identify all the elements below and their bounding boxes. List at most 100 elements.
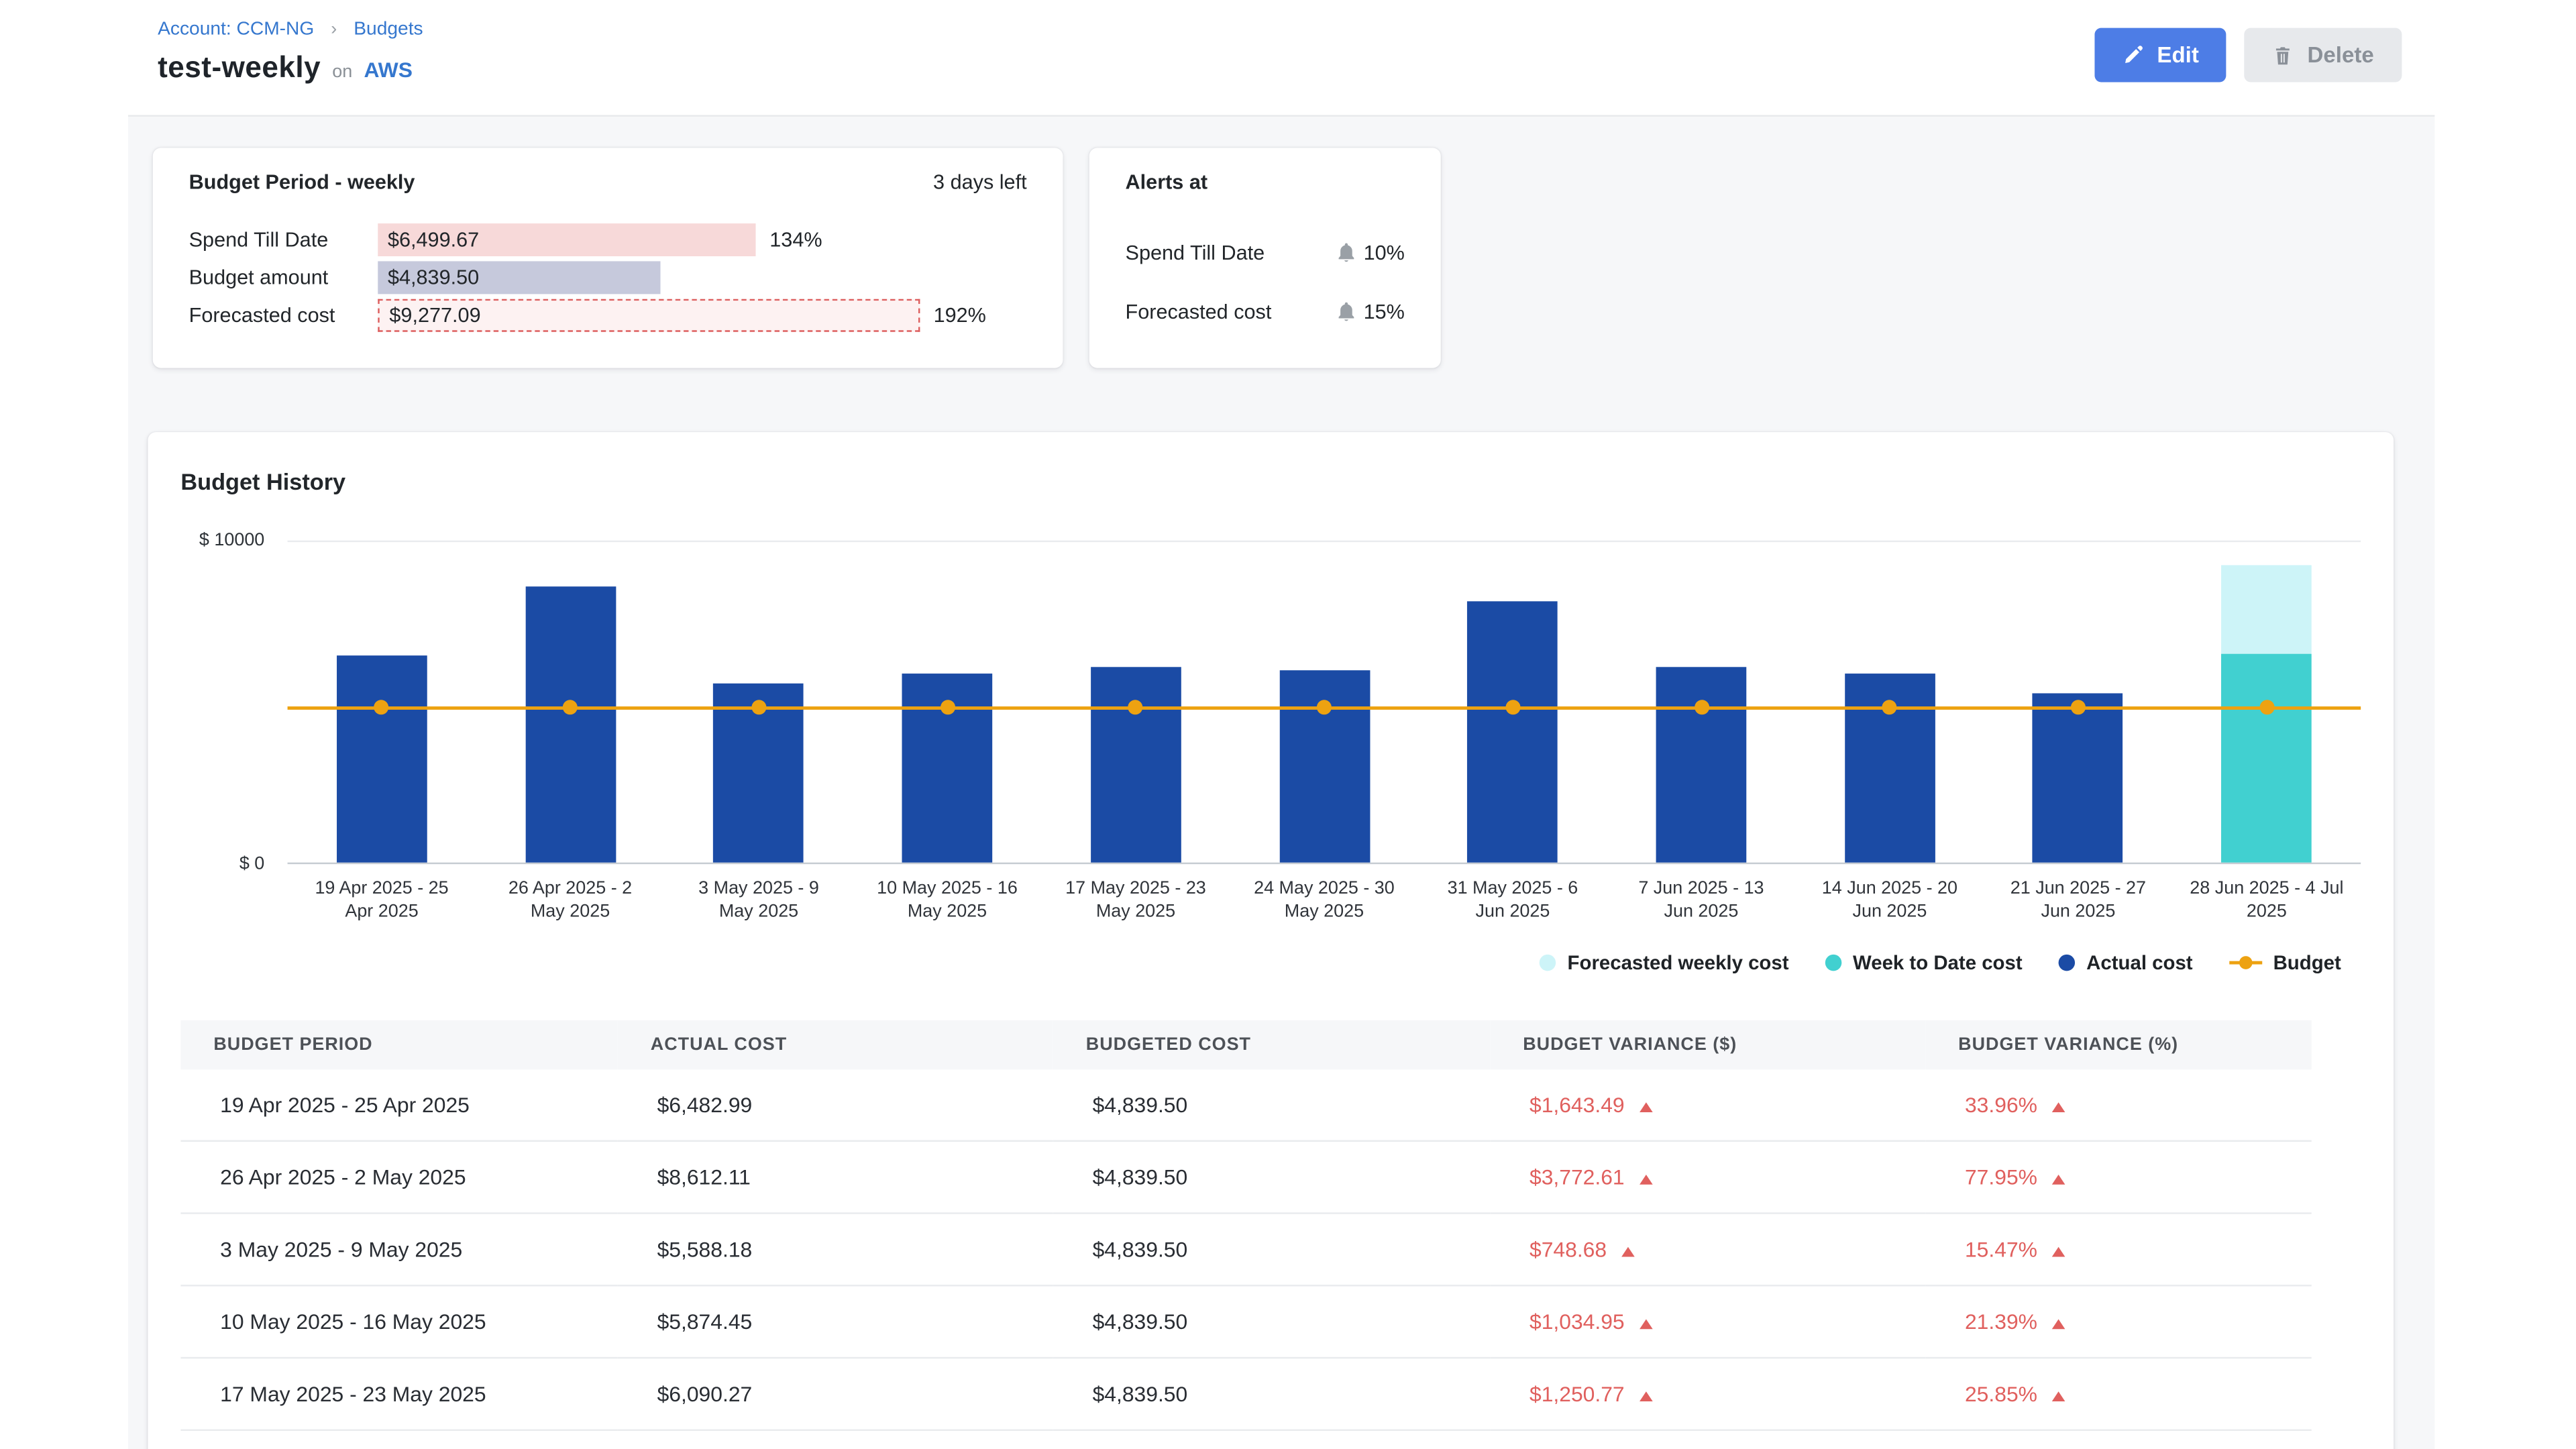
triangle-up-icon [2052, 1391, 2065, 1401]
actual-cost-bar[interactable] [2033, 694, 2124, 863]
actual-cost-bar[interactable] [1091, 667, 1181, 863]
budget-row-value: $6,499.67 [378, 228, 479, 251]
budget-row-label: Spend Till Date [189, 228, 378, 251]
cost-bar[interactable] [1468, 601, 1558, 863]
budget-history-table: BUDGET PERIODACTUAL COSTBUDGETED COSTBUD… [180, 1020, 2311, 1430]
cell-actual-cost: $5,588.18 [618, 1213, 1053, 1285]
breadcrumb-account-link[interactable]: Account: CCM-NG [158, 19, 314, 39]
budget-line-point[interactable] [1317, 700, 1332, 715]
chart-bar-column[interactable] [1795, 542, 1984, 863]
breadcrumb-separator-icon: › [331, 19, 337, 39]
budget-line-point[interactable] [374, 700, 389, 715]
bars-host [288, 542, 2361, 863]
chart-bar-column[interactable] [476, 542, 665, 863]
bell-icon [1337, 243, 1355, 262]
alerts-card-title: Alerts at [1126, 171, 1405, 194]
chart-bar-column[interactable] [1230, 542, 1418, 863]
table-header-cell: BUDGET VARIANCE ($) [1490, 1020, 1925, 1069]
x-axis-label: 3 May 2025 - 9 May 2025 [665, 877, 853, 924]
summary-cards-row: Budget Period - weekly 3 days left Spend… [153, 148, 2435, 368]
x-axis-label: 26 Apr 2025 - 2 May 2025 [476, 877, 665, 924]
triangle-up-icon [1640, 1174, 1653, 1184]
chart-bar-column[interactable] [1418, 542, 1607, 863]
cell-budgeted-cost: $4,839.50 [1053, 1213, 1490, 1285]
budget-line-point[interactable] [1128, 700, 1143, 715]
cost-bar[interactable] [1091, 667, 1181, 863]
triangle-up-icon [1640, 1391, 1653, 1401]
days-left-text: 3 days left [933, 171, 1027, 194]
cell-budget-variance-usd: $3,772.61 [1490, 1140, 1925, 1213]
cell-budget-period: 26 Apr 2025 - 2 May 2025 [180, 1140, 617, 1213]
budget-line-point[interactable] [1694, 700, 1709, 715]
table-header-cell: ACTUAL COST [618, 1020, 1053, 1069]
chart-bar-column[interactable] [1042, 542, 1230, 863]
legend-item[interactable]: Forecasted weekly cost [1540, 951, 1789, 973]
legend-label: Week to Date cost [1853, 951, 2023, 973]
budget-period-rows: Spend Till Date$6,499.67134%Budget amoun… [189, 223, 1027, 332]
cost-bar[interactable] [337, 655, 427, 863]
legend-label: Actual cost [2086, 951, 2192, 973]
breadcrumb-budgets-link[interactable]: Budgets [354, 19, 423, 39]
budget-line-point[interactable] [2259, 700, 2274, 715]
platform-link[interactable]: AWS [364, 58, 413, 83]
legend-line-point [2239, 955, 2252, 969]
x-axis-label: 7 Jun 2025 - 13 Jun 2025 [1607, 877, 1795, 924]
budget-line-point[interactable] [751, 700, 766, 715]
budget-period-row: Spend Till Date$6,499.67134% [189, 223, 1027, 256]
table-header-cell: BUDGET VARIANCE (%) [1925, 1020, 2312, 1069]
forecasted-cost-bar[interactable] [2222, 566, 2312, 655]
y-axis-min-label: $ 0 [239, 854, 264, 873]
budget-line-point[interactable] [1505, 700, 1520, 715]
budget-line-point[interactable] [1882, 700, 1897, 715]
triangle-up-icon [1640, 1102, 1653, 1112]
table-row: 17 May 2025 - 23 May 2025$6,090.27$4,839… [180, 1357, 2311, 1430]
legend-label: Forecasted weekly cost [1568, 951, 1789, 973]
budget-row-value: $9,277.09 [380, 304, 481, 327]
cost-bar[interactable] [2033, 694, 2124, 863]
edit-button[interactable]: Edit [2094, 28, 2226, 83]
alert-item: Forecasted cost15% [1126, 301, 1405, 323]
actual-cost-bar[interactable] [337, 655, 427, 863]
x-axis-label: 10 May 2025 - 16 May 2025 [853, 877, 1042, 924]
cell-budget-variance-usd: $1,250.77 [1490, 1357, 1925, 1430]
delete-button[interactable]: Delete [2245, 28, 2402, 83]
title-on-text: on [332, 62, 352, 82]
alert-percent: 15% [1364, 301, 1405, 323]
chart-bar-column[interactable] [1984, 542, 2172, 863]
budget-row-label: Forecasted cost [189, 304, 378, 327]
budget-line-point[interactable] [2071, 700, 2086, 715]
chart-bar-column[interactable] [665, 542, 853, 863]
cost-bar[interactable] [1656, 666, 1747, 862]
cost-bar[interactable] [525, 586, 616, 862]
cell-actual-cost: $6,482.99 [618, 1069, 1053, 1140]
week-to-date-bar[interactable] [2222, 654, 2312, 862]
x-axis-label: 24 May 2025 - 30 May 2025 [1230, 877, 1418, 924]
legend-item[interactable]: Actual cost [2059, 951, 2193, 973]
budget-line-point[interactable] [940, 700, 955, 715]
table-body: 19 Apr 2025 - 25 Apr 2025$6,482.99$4,839… [180, 1069, 2311, 1430]
cell-budgeted-cost: $4,839.50 [1053, 1285, 1490, 1357]
table-row: 26 Apr 2025 - 2 May 2025$8,612.11$4,839.… [180, 1140, 2311, 1213]
budget-line-point[interactable] [563, 700, 578, 715]
chart-bar-column[interactable] [1607, 542, 1795, 863]
x-axis-label: 14 Jun 2025 - 20 Jun 2025 [1795, 877, 1984, 924]
actual-cost-bar[interactable] [1468, 601, 1558, 863]
alerts-card: Alerts at Spend Till Date10%Forecasted c… [1089, 148, 1441, 368]
chart-bar-column[interactable] [288, 542, 476, 863]
budget-history-card: Budget History $ 10000 $ 0 19 Apr 2025 -… [148, 432, 2394, 1449]
chart-bar-column[interactable] [2172, 542, 2361, 863]
bell-icon [1337, 303, 1355, 322]
cell-budgeted-cost: $4,839.50 [1053, 1069, 1490, 1140]
page-title: test-weekly [158, 51, 321, 85]
legend-item[interactable]: Budget [2229, 951, 2341, 973]
content-area: Budget Period - weekly 3 days left Spend… [128, 117, 2434, 1449]
x-axis-label: 31 May 2025 - 6 Jun 2025 [1418, 877, 1607, 924]
edit-button-label: Edit [2157, 43, 2198, 68]
actual-cost-bar[interactable] [525, 586, 616, 862]
legend-item[interactable]: Week to Date cost [1825, 951, 2022, 973]
chart-bar-column[interactable] [853, 542, 1042, 863]
actual-cost-bar[interactable] [1656, 666, 1747, 862]
title-row: test-weekly on AWS [128, 40, 2434, 86]
budget-period-title: Budget Period - weekly [189, 171, 415, 194]
x-axis-label: 17 May 2025 - 23 May 2025 [1042, 877, 1230, 924]
